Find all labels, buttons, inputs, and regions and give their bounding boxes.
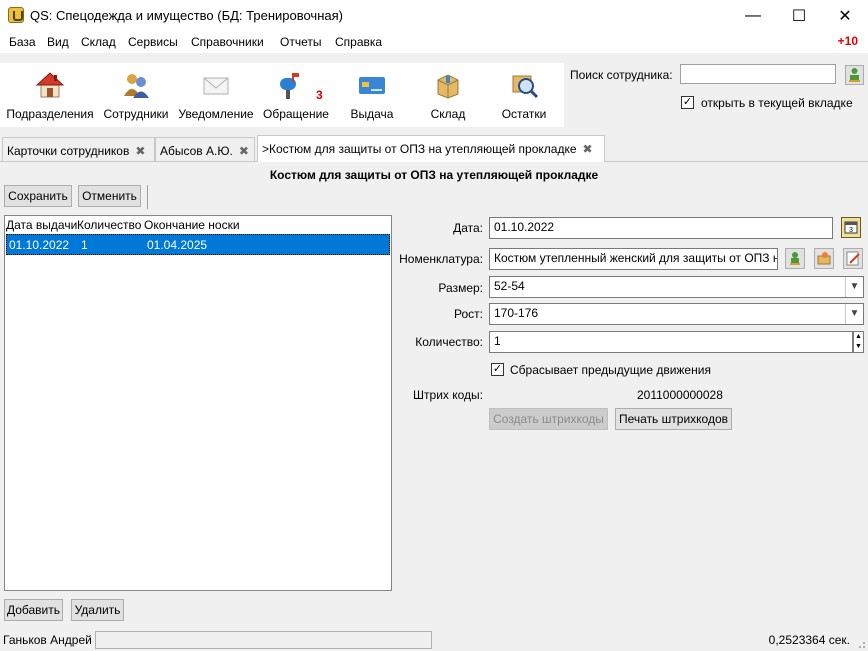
cancel-button[interactable]: Отменить [78, 185, 141, 207]
date-field[interactable]: 01.10.2022 [489, 217, 833, 239]
app-logo-icon [8, 7, 24, 23]
row-issue-date: 01.10.2022 [9, 238, 70, 252]
toolbar-appeal-button[interactable]: 3 Обращение [260, 66, 332, 126]
box-icon [437, 74, 459, 99]
menu-reports[interactable]: Отчеты [280, 35, 321, 49]
height-label: Рост: [454, 307, 483, 321]
document-heading: Костюм для защиты от ОПЗ на утепляющей п… [269, 168, 599, 182]
toolbar-issue-button[interactable]: Выдача [336, 66, 408, 126]
toolbar-notification-label: Уведомление [178, 107, 254, 121]
toolbar-remains-label: Остатки [501, 107, 547, 121]
tab-employee-abysov[interactable]: Абысов А.Ю. ✖ [155, 137, 255, 161]
appeal-count-badge: 3 [316, 88, 323, 102]
person-lookup-icon [849, 68, 860, 82]
mailbox-icon [280, 73, 299, 99]
nomenclature-label: Номенклатура: [399, 252, 483, 266]
magnifier-icon [512, 75, 539, 99]
tab-employee-cards-label: Карточки сотрудников [7, 144, 130, 158]
toolbar-warehouse-label: Склад [430, 107, 466, 121]
status-panel [95, 631, 432, 649]
issues-table[interactable] [4, 215, 392, 591]
employee-search-button[interactable] [845, 65, 864, 85]
reset-movements-checkbox[interactable]: ✓ [491, 363, 504, 376]
minimize-button[interactable]: — [730, 0, 776, 31]
window-title: QS: Спецодежда и имущество (БД: Трениров… [30, 8, 343, 23]
row-end-date: 01.04.2025 [147, 238, 208, 252]
envelope-icon [203, 77, 229, 95]
close-icon[interactable]: ✖ [135, 144, 145, 158]
house-icon [35, 72, 65, 98]
open-in-current-tab-checkbox[interactable]: ✓ [681, 96, 694, 109]
quantity-label: Количество: [415, 335, 483, 349]
print-barcodes-button[interactable]: Печать штрихкодов [615, 408, 732, 430]
card-icon [359, 77, 385, 94]
toolbar-notification-button[interactable]: Уведомление [176, 66, 256, 126]
menu-warehouse[interactable]: Склад [81, 35, 116, 49]
folder-icon [817, 252, 831, 265]
date-label: Дата: [453, 221, 483, 235]
tab-employee-cards[interactable]: Карточки сотрудников ✖ [2, 137, 155, 161]
toolbar-departments-label: Подразделения [6, 107, 94, 121]
resize-grip-icon[interactable] [856, 639, 866, 649]
pencil-icon [846, 251, 860, 266]
close-icon[interactable]: ✖ [239, 144, 249, 158]
toolbar-separator [147, 185, 148, 209]
reset-movements-label: Сбрасывает предыдущие движения [510, 363, 711, 377]
column-header-quantity[interactable]: Количество [77, 218, 141, 232]
nomenclature-select-button[interactable] [785, 248, 805, 269]
calendar-icon: 3 [844, 221, 858, 234]
chevron-down-icon[interactable]: ▼ [845, 277, 863, 297]
tab-item-card-label: >Костюм для защиты от ОПЗ на утепляющей … [262, 142, 577, 156]
toolbar-appeal-label: Обращение [263, 107, 329, 121]
height-select-value: 170-176 [494, 306, 539, 320]
save-button[interactable]: Сохранить [4, 185, 72, 207]
notifications-counter[interactable]: +10 [838, 34, 858, 48]
people-icon [124, 74, 149, 98]
person-lookup-icon [790, 252, 800, 265]
delete-button[interactable]: Удалить [71, 599, 124, 621]
menu-references[interactable]: Справочники [191, 35, 264, 49]
chevron-down-icon[interactable]: ▼ [845, 304, 863, 324]
status-user: Ганьков Андрей [3, 633, 92, 647]
employee-search-input[interactable] [680, 64, 836, 84]
toolbar-warehouse-button[interactable]: Склад [412, 66, 484, 126]
close-button[interactable]: ✕ [822, 0, 868, 31]
nomenclature-open-button[interactable] [814, 248, 834, 269]
employee-search-label: Поиск сотрудника: [570, 68, 673, 82]
chevron-down-icon[interactable]: ▼ [854, 342, 863, 352]
chevron-up-icon[interactable]: ▲ [854, 332, 863, 342]
barcode-value: 2011000000028 [637, 388, 723, 402]
tab-employee-abysov-label: Абысов А.Ю. [160, 144, 233, 158]
toolbar-remains-button[interactable]: Остатки [488, 66, 560, 126]
create-barcodes-button[interactable]: Создать штрихкоды [489, 408, 608, 430]
nomenclature-edit-button[interactable] [843, 248, 863, 269]
quantity-stepper[interactable]: ▲ ▼ [853, 331, 864, 353]
maximize-button[interactable]: ☐ [776, 0, 822, 31]
svg-text:3: 3 [849, 227, 853, 234]
quantity-field[interactable]: 1 [489, 331, 853, 353]
toolbar-employees-label: Сотрудники [103, 107, 169, 121]
open-in-current-tab-label: открыть в текущей вкладке [701, 96, 853, 110]
menu-base[interactable]: База [9, 35, 36, 49]
status-timing: 0,2523364 сек. [768, 633, 850, 647]
column-header-issue-date[interactable]: Дата выдачи [6, 218, 77, 232]
barcodes-label: Штрих коды: [413, 388, 483, 402]
toolbar-departments-button[interactable]: Подразделения [4, 66, 96, 126]
size-label: Размер: [438, 281, 483, 295]
calendar-button[interactable]: 3 [841, 217, 861, 238]
size-select-value: 52-54 [494, 279, 525, 293]
menu-view[interactable]: Вид [47, 35, 69, 49]
row-quantity: 1 [81, 238, 88, 252]
toolbar-employees-button[interactable]: Сотрудники [100, 66, 172, 126]
toolbar-issue-label: Выдача [350, 107, 394, 121]
nomenclature-field[interactable]: Костюм утепленный женский для защиты от … [489, 248, 778, 270]
menu-help[interactable]: Справка [335, 35, 382, 49]
size-select[interactable]: 52-54 ▼ [489, 276, 864, 298]
tab-item-card[interactable]: >Костюм для защиты от ОПЗ на утепляющей … [257, 135, 605, 162]
menu-services[interactable]: Сервисы [128, 35, 178, 49]
column-header-end-date[interactable]: Окончание носки [144, 218, 240, 232]
close-icon[interactable]: ✖ [583, 142, 593, 156]
add-button[interactable]: Добавить [4, 599, 63, 621]
height-select[interactable]: 170-176 ▼ [489, 303, 864, 325]
